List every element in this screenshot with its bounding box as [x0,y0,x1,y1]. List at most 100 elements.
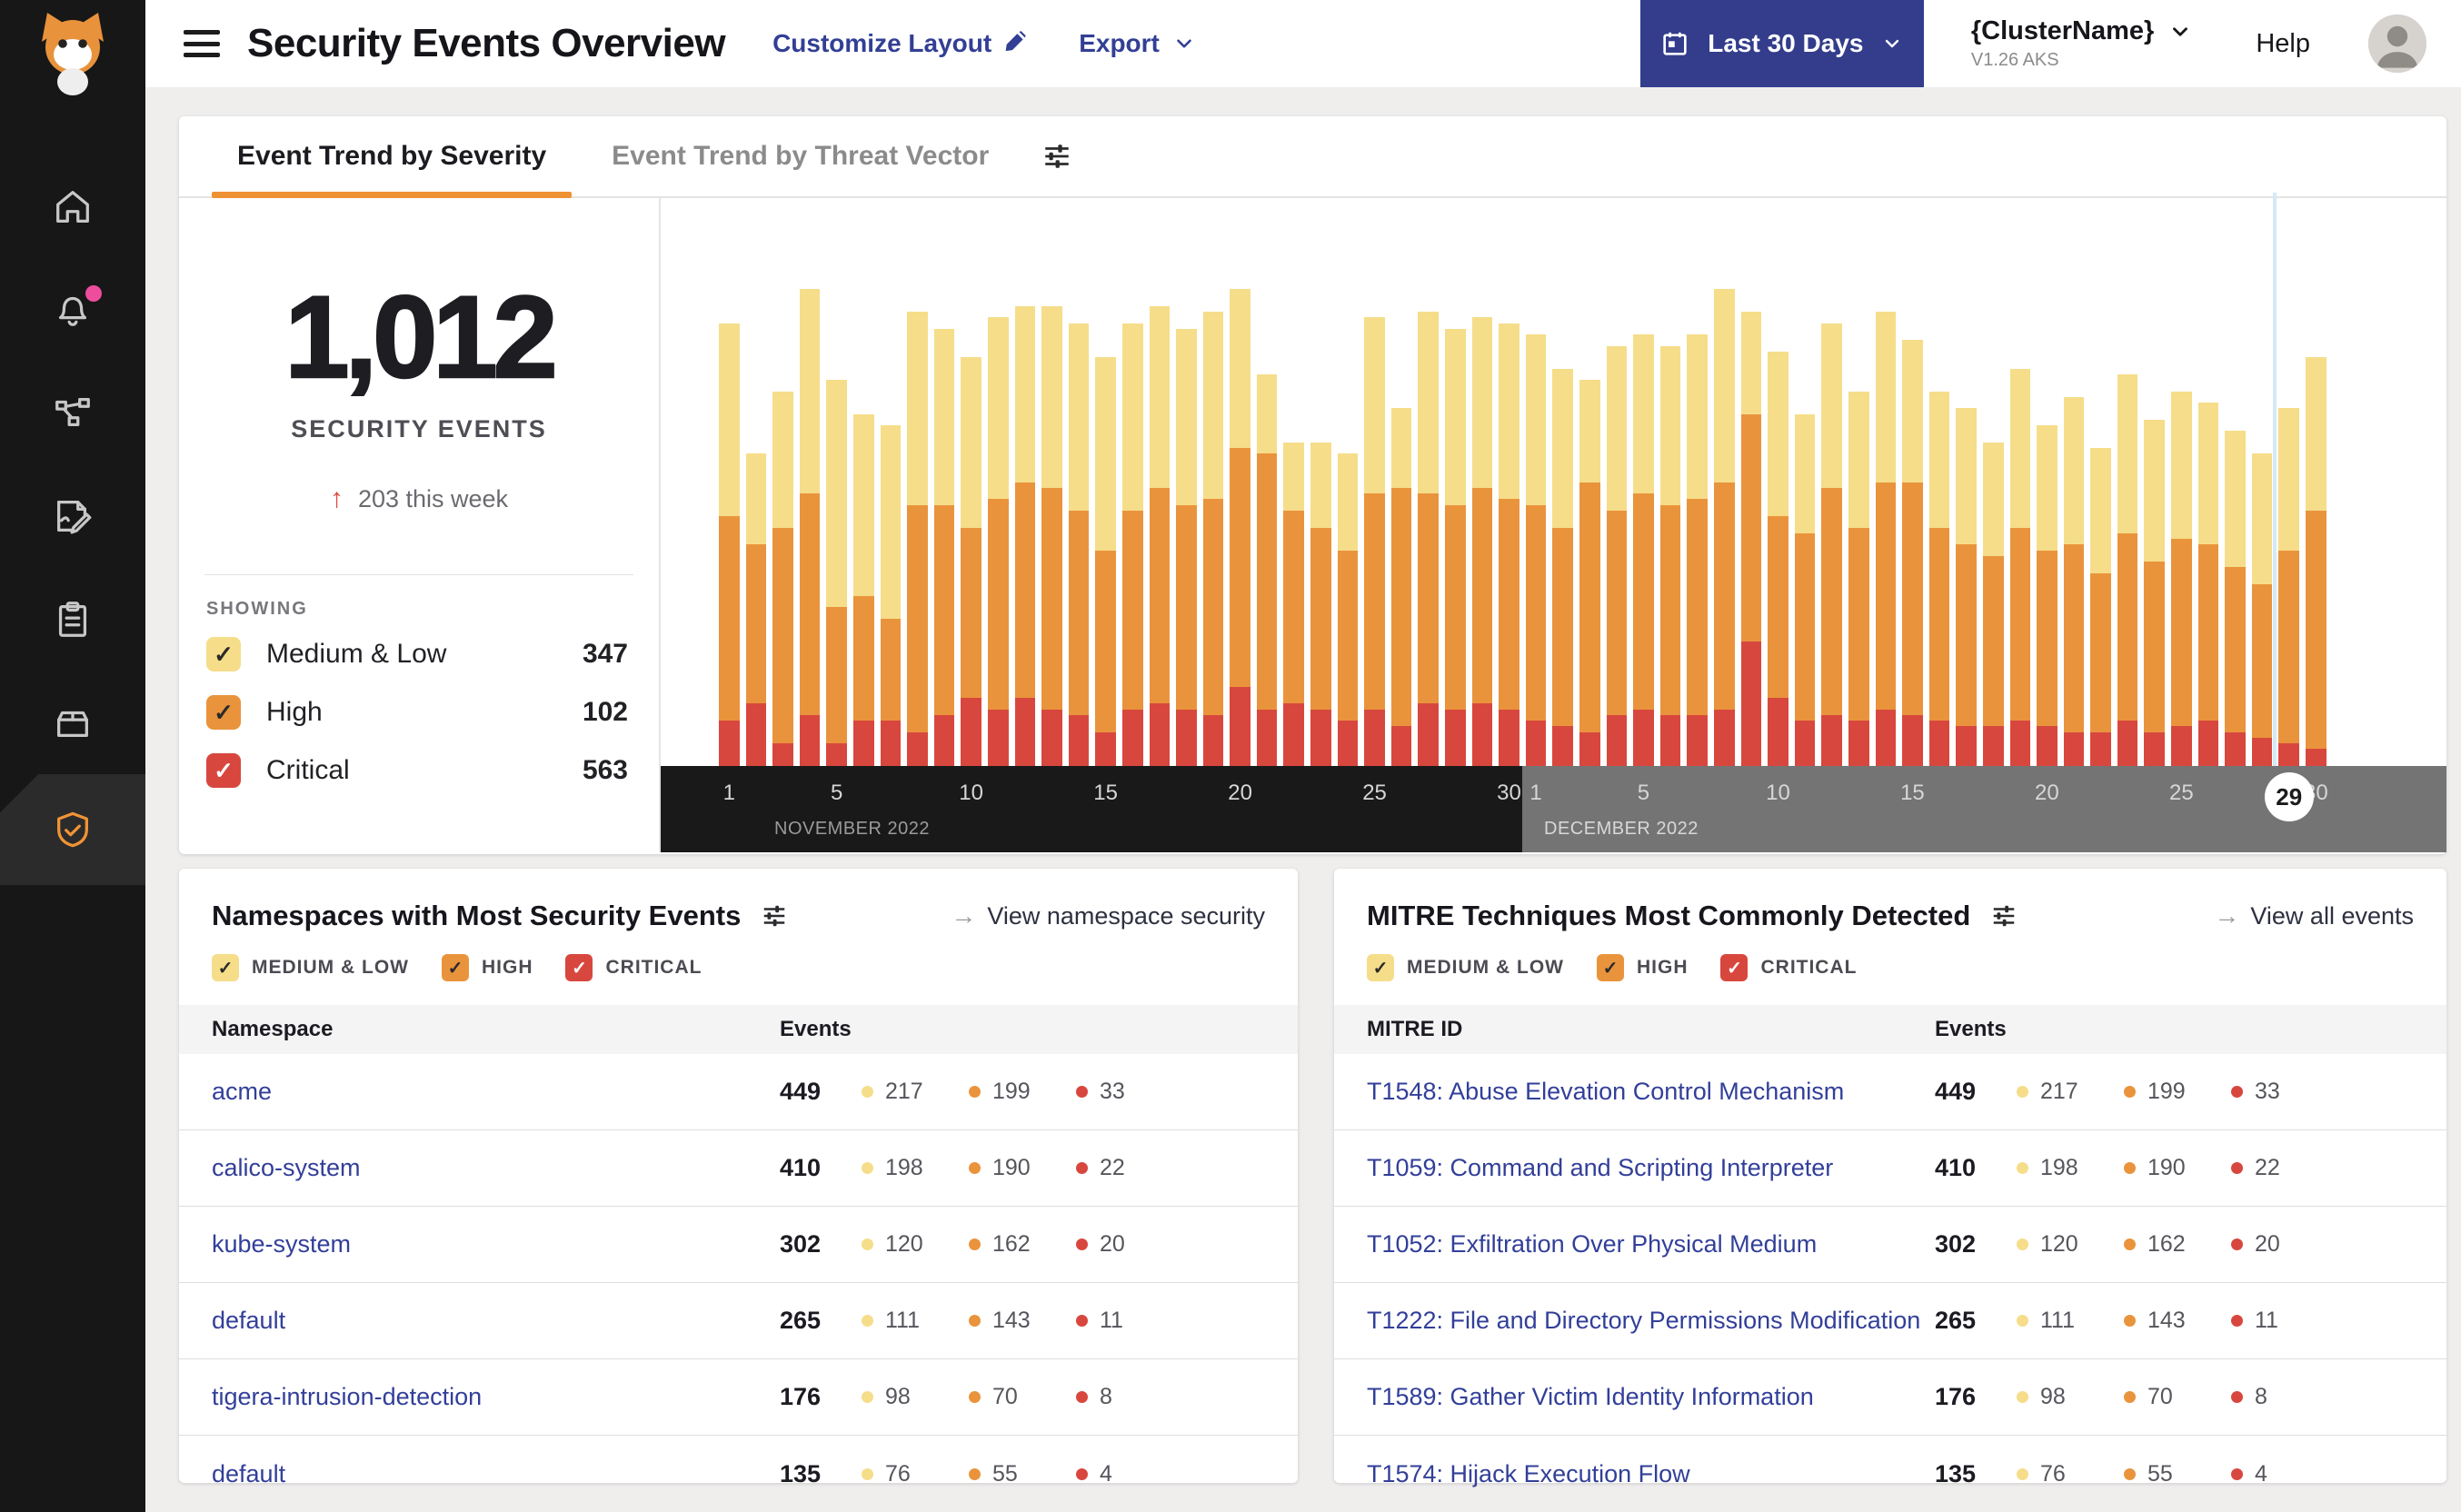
user-avatar[interactable] [2368,15,2426,73]
bar-dec-22[interactable] [2090,448,2111,766]
sidebar-item-policies[interactable] [0,465,145,567]
bar-dec-8[interactable] [1713,289,1735,766]
sidebar-item-service-graph[interactable] [0,362,145,463]
bar-nov-26[interactable] [1390,408,1412,766]
bar-nov-10[interactable] [961,357,981,766]
checkbox-medium_low[interactable]: ✓ [1367,954,1394,981]
bar-nov-18[interactable] [1176,328,1197,766]
checkbox-medium_low[interactable]: ✓ [206,637,241,671]
sidebar-item-workloads[interactable] [0,672,145,774]
checkbox-high[interactable]: ✓ [441,954,469,981]
bar-dec-6[interactable] [1659,345,1681,766]
bar-dec-12[interactable] [1821,323,1842,766]
bar-nov-15[interactable] [1095,357,1116,766]
export-button[interactable]: Export [1079,29,1196,58]
bar-dec-18[interactable] [1982,442,2004,766]
bar-nov-23[interactable] [1310,442,1331,766]
filter-medium_low[interactable]: ✓ MEDIUM & LOW [212,954,409,981]
sidebar-item-alerts[interactable] [0,258,145,360]
bar-nov-30[interactable] [1499,323,1519,766]
legend-high[interactable]: ✓ High 102 [179,683,659,741]
bar-dec-1[interactable] [1525,334,1547,766]
bar-dec-17[interactable] [1956,408,1977,766]
bar-dec-16[interactable] [1928,391,1950,766]
checkbox-critical[interactable]: ✓ [1720,954,1749,981]
bar-dec-30[interactable] [2306,357,2326,766]
help-link[interactable]: Help [2256,29,2310,59]
bar-nov-28[interactable] [1445,328,1466,766]
filter-critical[interactable]: ✓ CRITICAL [565,954,702,981]
checkbox-medium_low[interactable]: ✓ [212,954,239,981]
checkbox-high[interactable]: ✓ [206,695,241,730]
menu-icon[interactable] [184,30,220,57]
bar-dec-5[interactable] [1633,334,1654,766]
row-link[interactable]: T1222: File and Directory Permissions Mo… [1367,1307,1935,1335]
filter-critical[interactable]: ✓ CRITICAL [1720,954,1857,981]
bar-nov-21[interactable] [1256,373,1278,766]
tab-event-trend-by-severity[interactable]: Event Trend by Severity [204,116,579,198]
bar-nov-27[interactable] [1418,312,1440,766]
bar-nov-11[interactable] [987,317,1009,766]
checkbox-critical[interactable]: ✓ [206,753,241,788]
bar-dec-19[interactable] [2009,368,2031,766]
bar-nov-13[interactable] [1041,305,1062,766]
bar-nov-12[interactable] [1014,305,1036,766]
row-link[interactable]: calico-system [212,1154,780,1182]
row-link[interactable]: T1052: Exfiltration Over Physical Medium [1367,1230,1935,1258]
bar-nov-8[interactable] [907,312,928,766]
bar-nov-9[interactable] [933,328,955,766]
bar-dec-3[interactable] [1579,380,1600,766]
bar-nov-3[interactable] [772,391,793,766]
bar-dec-4[interactable] [1606,345,1628,766]
sidebar-item-home[interactable] [0,156,145,258]
bar-dec-29[interactable] [2278,408,2300,766]
filter-high[interactable]: ✓ HIGH [441,954,533,981]
filter-medium_low[interactable]: ✓ MEDIUM & LOW [1367,954,1564,981]
bar-nov-6[interactable] [852,413,874,766]
bar-nov-22[interactable] [1283,442,1305,766]
bar-nov-4[interactable] [799,289,821,766]
tab-event-trend-by-threat-vector[interactable]: Event Trend by Threat Vector [579,116,1021,196]
bar-dec-9[interactable] [1740,312,1762,766]
date-range-button[interactable]: Last 30 Days [1639,0,1924,87]
bar-nov-19[interactable] [1202,312,1224,766]
bar-nov-20[interactable] [1230,289,1250,766]
bar-dec-27[interactable] [2225,431,2246,766]
legend-critical[interactable]: ✓ Critical 563 [179,741,659,800]
row-link[interactable]: kube-system [212,1230,780,1258]
bar-nov-29[interactable] [1471,317,1493,766]
view-namespace-security-link[interactable]: → View namespace security [951,901,1265,930]
bar-nov-24[interactable] [1337,453,1359,766]
mitre-filter-sliders-icon[interactable] [1990,902,2018,930]
bar-nov-1[interactable] [719,323,740,766]
calico-logo[interactable] [29,9,116,96]
row-link[interactable]: T1059: Command and Scripting Interpreter [1367,1154,1935,1182]
row-link[interactable]: T1574: Hijack Execution Flow [1367,1460,1935,1488]
bar-dec-28[interactable] [2251,453,2273,766]
legend-medium_low[interactable]: ✓ Medium & Low 347 [179,625,659,683]
row-link[interactable]: acme [212,1078,780,1106]
bar-nov-2[interactable] [745,453,767,766]
sidebar-item-security-events[interactable] [0,774,145,885]
bar-nov-5[interactable] [826,380,847,766]
filter-high[interactable]: ✓ HIGH [1596,954,1689,981]
bar-dec-14[interactable] [1875,312,1897,766]
bar-dec-21[interactable] [2063,396,2085,766]
bar-dec-2[interactable] [1552,368,1573,766]
bar-nov-25[interactable] [1364,317,1385,766]
bar-nov-16[interactable] [1121,323,1143,766]
row-link[interactable]: T1589: Gather Victim Identity Informatio… [1367,1383,1935,1411]
row-link[interactable]: tigera-intrusion-detection [212,1383,780,1411]
bar-nov-14[interactable] [1068,323,1090,766]
bar-dec-26[interactable] [2197,403,2219,766]
cluster-selector[interactable]: {ClusterName} V1.26 AKS [1971,16,2192,71]
bar-dec-24[interactable] [2144,419,2166,766]
bar-dec-25[interactable] [2171,391,2192,766]
row-link[interactable]: T1548: Abuse Elevation Control Mechanism [1367,1078,1935,1106]
bar-dec-13[interactable] [1848,391,1869,766]
view-all-events-link[interactable]: → View all events [2214,901,2414,930]
row-link[interactable]: default [212,1460,780,1488]
bar-dec-7[interactable] [1687,334,1708,766]
sidebar-item-compliance[interactable] [0,569,145,671]
chart-filter-sliders-icon[interactable] [1041,141,1072,172]
